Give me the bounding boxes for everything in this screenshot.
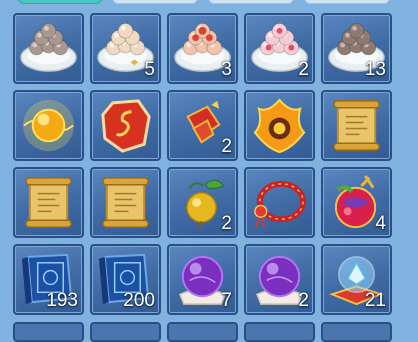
item-count: 21 <box>364 290 386 311</box>
inventory-slot[interactable]: 2 <box>244 13 315 84</box>
item-count: 200 <box>123 290 155 311</box>
item-count: 2 <box>298 59 309 80</box>
inventory-slot[interactable]: 193 <box>13 244 84 315</box>
item-count: 2 <box>221 213 232 234</box>
inventory-slot[interactable]: 2 <box>167 167 238 238</box>
red-rune-stone-icon <box>95 95 156 156</box>
golden-scroll-icon <box>326 95 387 156</box>
item-count: 193 <box>46 290 78 311</box>
inventory-slot[interactable]: 3 <box>167 13 238 84</box>
inventory-slot[interactable]: 21 <box>321 244 392 315</box>
tab[interactable] <box>304 0 390 4</box>
golden-scroll-icon <box>95 172 156 233</box>
tab[interactable] <box>112 0 198 4</box>
item-count: 7 <box>221 290 232 311</box>
inventory-slot[interactable] <box>244 90 315 161</box>
inventory-slot[interactable]: 5 <box>90 13 161 84</box>
inventory-slot[interactable]: 7 <box>167 244 238 315</box>
tab-active[interactable] <box>18 0 102 4</box>
inventory-slot[interactable] <box>90 322 161 342</box>
inventory-slot[interactable] <box>13 13 84 84</box>
golden-orb-icon <box>18 95 79 156</box>
inventory-slot[interactable]: 2 <box>244 244 315 315</box>
item-count: 5 <box>144 59 155 80</box>
item-count: 13 <box>364 59 386 80</box>
inventory-slot[interactable] <box>13 322 84 342</box>
inventory-slot[interactable] <box>244 322 315 342</box>
inventory-slot[interactable] <box>13 90 84 161</box>
inventory-slot[interactable] <box>321 322 392 342</box>
inventory-slot[interactable]: 200 <box>90 244 161 315</box>
golden-scroll-icon <box>18 172 79 233</box>
tab[interactable] <box>208 0 294 4</box>
red-bracelet-icon <box>249 172 310 233</box>
inventory-slot[interactable] <box>167 322 238 342</box>
inventory-slot[interactable]: 2 <box>167 90 238 161</box>
inventory-slot[interactable] <box>90 167 161 238</box>
inventory-slot[interactable] <box>244 167 315 238</box>
inventory-slot[interactable]: 4 <box>321 167 392 238</box>
tab-bar <box>0 0 418 6</box>
inventory-slot[interactable] <box>90 90 161 161</box>
flame-crest-icon <box>249 95 310 156</box>
item-count: 4 <box>375 213 386 234</box>
item-count: 3 <box>221 59 232 80</box>
inventory-slot[interactable] <box>13 167 84 238</box>
item-count: 2 <box>221 136 232 157</box>
inventory-grid: 5 3 2 13 2 2 4 193 200 7 2 21 <box>13 13 392 315</box>
inventory-slot[interactable] <box>321 90 392 161</box>
rice-balls-plate-gray-icon <box>18 18 79 79</box>
inventory-slot[interactable]: 13 <box>321 13 392 84</box>
item-count: 2 <box>298 290 309 311</box>
